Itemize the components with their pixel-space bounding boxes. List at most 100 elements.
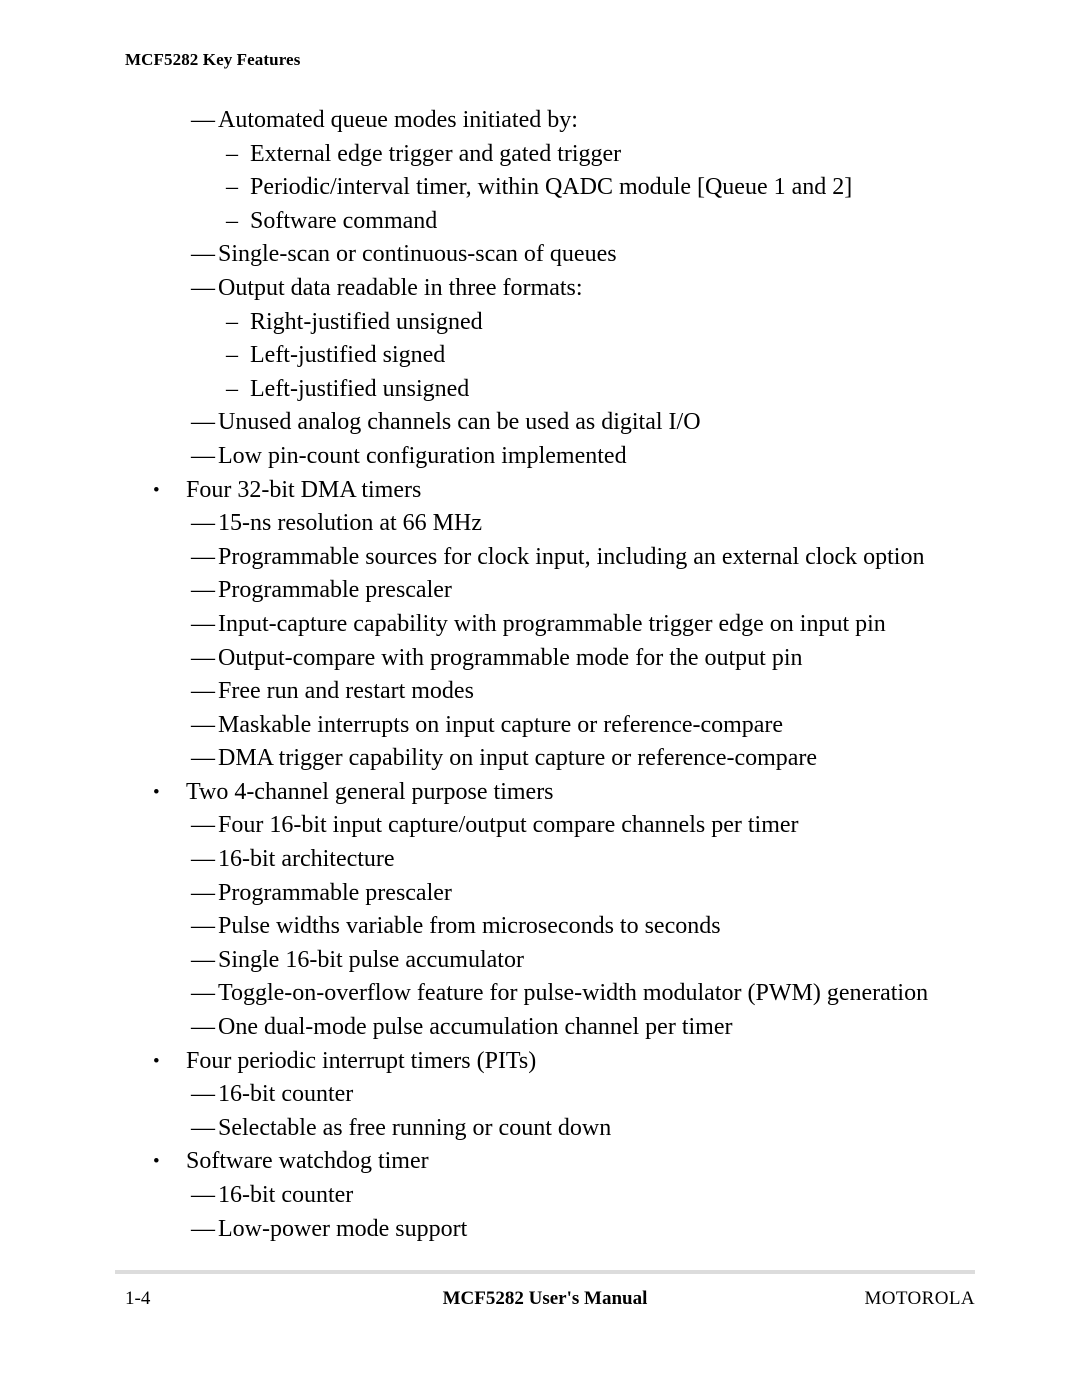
list-marker-level-2-icon: —: [191, 1114, 215, 1141]
list-marker-level-1-icon: •: [153, 1151, 160, 1173]
list-marker-level-2-icon: —: [191, 846, 215, 873]
footer-divider: [115, 1270, 975, 1274]
list-item-text: 16-bit counter: [218, 1182, 354, 1208]
list-item: — Low-power mode support: [0, 1213, 1080, 1247]
document-page: MCF5282 Key Features — Automated queue mo…: [0, 0, 1080, 1397]
list-item-text: Programmable prescaler: [218, 577, 452, 604]
list-marker-level-2-icon: —: [191, 241, 215, 268]
list-item: — Output data readable in three formats:: [0, 272, 1080, 306]
list-item-text: Maskable interrupts on input capture or …: [218, 711, 784, 738]
list-marker-level-1-icon: •: [153, 1050, 160, 1072]
list-item-text: DMA trigger capability on input capture …: [218, 745, 818, 772]
list-item-text: One dual-mode pulse accumulation channel…: [218, 1014, 733, 1041]
list-marker-level-3-icon: –: [226, 207, 238, 234]
list-item: — Selectable as free running or count dow…: [0, 1112, 1080, 1146]
list-item-text: Programmable prescaler: [218, 879, 452, 906]
list-item: — One dual-mode pulse accumulation channe…: [0, 1011, 1080, 1045]
list-item-text: Two 4-channel general purpose timers: [186, 778, 554, 805]
footer-manual-title: MCF5282 User's Manual: [442, 1288, 648, 1309]
list-item: – Left-justified signed: [0, 339, 1080, 373]
list-item-text: Single 16-bit pulse accumulator: [218, 946, 524, 973]
list-marker-level-2-icon: —: [191, 678, 215, 705]
list-marker-level-2-icon: —: [191, 812, 215, 839]
list-item: — Maskable interrupts on input capture or…: [0, 709, 1080, 743]
list-item: — Automated queue modes initiated by:: [0, 104, 1080, 138]
list-marker-level-2-icon: —: [191, 913, 215, 940]
list-marker-level-2-icon: —: [191, 409, 215, 436]
list-item: – Periodic/interval timer, within QADC mo…: [0, 171, 1080, 205]
page-footer: 1-4 MCF5282 User's Manual MOTOROLA: [115, 1288, 975, 1314]
list-item-text: Toggle-on-overflow feature for pulse-wid…: [218, 980, 929, 1007]
list-marker-level-3-icon: –: [226, 308, 238, 335]
list-item: – Left-justified unsigned: [0, 373, 1080, 407]
list-item-text: Input-capture capability with programmab…: [218, 610, 886, 637]
list-item-text: Unused analog channels can be used as di…: [218, 409, 701, 436]
list-marker-level-2-icon: —: [191, 274, 215, 301]
list-item-text: Automated queue modes initiated by:: [218, 107, 578, 133]
list-item-text: Four 32-bit DMA timers: [186, 476, 422, 503]
list-item-text: Right-justified unsigned: [250, 308, 483, 335]
list-item: • Two 4-channel general purpose timers: [0, 776, 1080, 810]
list-item-text: 15-ns resolution at 66 MHz: [218, 510, 482, 537]
list-item-text: Four periodic interrupt timers (PITs): [186, 1047, 537, 1074]
list-marker-level-2-icon: —: [191, 1215, 215, 1242]
list-item: — Programmable prescaler: [0, 574, 1080, 608]
list-item-text: Selectable as free running or count down: [218, 1114, 612, 1141]
list-item: — Unused analog channels can be used as d…: [0, 406, 1080, 440]
list-item: — Low pin-count configuration implemented: [0, 440, 1080, 474]
list-item: —16-bit architecture: [0, 843, 1080, 877]
list-item: — DMA trigger capability on input capture…: [0, 742, 1080, 776]
list-marker-level-2-icon: —: [191, 577, 215, 604]
list-item: – External edge trigger and gated trigger: [0, 138, 1080, 172]
list-marker-level-2-icon: —: [191, 946, 215, 973]
list-item-text: Software watchdog timer: [186, 1148, 429, 1175]
list-item: – Right-justified unsigned: [0, 306, 1080, 340]
list-item: —16-bit counter: [0, 1179, 1080, 1213]
list-marker-level-3-icon: –: [226, 174, 238, 201]
list-item-text: Four 16-bit input capture/output compare…: [218, 812, 799, 839]
list-item: • Four periodic interrupt timers (PITs): [0, 1045, 1080, 1079]
list-item: — Single-scan or continuous-scan of queue…: [0, 238, 1080, 272]
list-item-text: Single-scan or continuous-scan of queues: [218, 241, 617, 268]
list-marker-level-2-icon: —: [191, 1182, 215, 1208]
list-marker-level-2-icon: —: [191, 543, 215, 570]
list-marker-level-2-icon: —: [191, 1081, 215, 1108]
list-marker-level-2-icon: —: [191, 879, 215, 906]
list-item: • Four 32-bit DMA timers: [0, 474, 1080, 508]
running-header: MCF5282 Key Features: [125, 50, 301, 69]
list-item-text: Free run and restart modes: [218, 678, 474, 705]
list-marker-level-2-icon: —: [191, 711, 215, 738]
list-item-text: External edge trigger and gated trigger: [250, 140, 622, 167]
list-marker-level-1-icon: •: [153, 479, 160, 501]
list-marker-level-2-icon: —: [191, 745, 215, 772]
list-item: — Programmable sources for clock input, i…: [0, 541, 1080, 575]
list-item-text: Left-justified unsigned: [250, 375, 470, 402]
list-item: • Software watchdog timer: [0, 1145, 1080, 1179]
list-marker-level-2-icon: —: [191, 442, 215, 469]
list-item: —15-ns resolution at 66 MHz: [0, 507, 1080, 541]
body-content: — Automated queue modes initiated by: – Ext…: [0, 104, 1080, 1246]
list-item: — Output-compare with programmable mode f…: [0, 642, 1080, 676]
footer-publisher: MOTOROLA: [864, 1288, 975, 1309]
list-marker-level-2-icon: —: [191, 510, 215, 537]
list-item-text: Low pin-count configuration implemented: [218, 442, 627, 469]
list-item: — Single 16-bit pulse accumulator: [0, 944, 1080, 978]
list-item-text: Programmable sources for clock input, in…: [218, 543, 925, 570]
list-item: — Free run and restart modes: [0, 675, 1080, 709]
list-item: – Software command: [0, 205, 1080, 239]
list-item-text: 16-bit architecture: [218, 846, 395, 873]
list-item-text: Output-compare with programmable mode fo…: [218, 644, 803, 671]
list-item: — Toggle-on-overflow feature for pulse-wi…: [0, 977, 1080, 1011]
list-item-text: Software command: [250, 207, 438, 234]
list-marker-level-2-icon: —: [191, 1014, 215, 1041]
list-item: —16-bit counter: [0, 1078, 1080, 1112]
list-item-text: 16-bit counter: [218, 1081, 354, 1108]
list-marker-level-2-icon: —: [191, 980, 215, 1007]
list-item: — Programmable prescaler: [0, 877, 1080, 911]
list-marker-level-3-icon: –: [226, 375, 238, 402]
list-item-text: Output data readable in three formats:: [218, 274, 583, 301]
list-marker-level-1-icon: •: [153, 781, 160, 803]
list-item: — Four 16-bit input capture/output compar…: [0, 809, 1080, 843]
list-marker-level-2-icon: —: [191, 644, 215, 671]
list-marker-level-3-icon: –: [226, 140, 238, 167]
